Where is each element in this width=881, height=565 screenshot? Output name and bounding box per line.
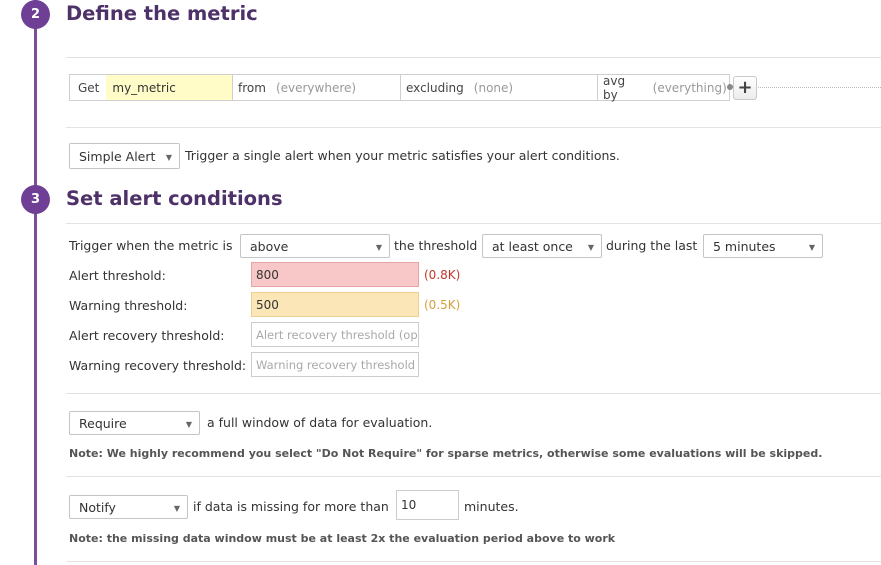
warning-recovery-input[interactable]: Warning recovery threshold [251,352,419,377]
warning-recovery-label: Warning recovery threshold: [69,358,247,373]
add-query-button[interactable]: + [733,76,757,100]
window-value: 5 minutes [713,238,776,254]
missing-data-value: Notify [79,499,116,515]
chevron-down-icon: ▼ [375,243,382,252]
excluding-cell[interactable]: excluding (none) [400,74,597,101]
from-scope-cell[interactable]: from (everywhere) [232,74,400,101]
alert-threshold-label: Alert threshold: [69,268,166,283]
alert-type-value: Simple Alert [79,148,156,164]
avg-by-keyword: avg by [603,73,626,102]
full-window-value: Require [79,415,127,431]
missing-minutes-input[interactable]: 10 [396,490,459,520]
comparator-value: above [250,238,289,254]
chevron-down-icon: ▼ [587,243,594,252]
divider [66,223,881,224]
divider [66,476,881,477]
alert-threshold-input[interactable]: 800 [251,262,419,287]
threshold-text: the threshold [394,238,478,253]
warning-threshold-label: Warning threshold: [69,298,188,313]
window-select[interactable]: 5 minutes ▼ [703,234,823,258]
excluding-keyword: excluding [406,80,464,95]
avg-by-cell[interactable]: avg by (everything) [597,73,730,102]
from-scope-input[interactable]: (everywhere) [272,81,360,95]
divider [66,127,881,128]
chevron-down-icon: ▼ [165,153,172,162]
missing-data-select[interactable]: Notify ▼ [69,495,188,519]
chevron-down-icon: ▼ [185,420,192,429]
full-window-text: a full window of data for evaluation. [207,415,433,430]
full-window-select[interactable]: Require ▼ [69,411,200,435]
alert-type-select[interactable]: Simple Alert ▼ [69,143,180,169]
excluding-input[interactable]: (none) [470,81,517,95]
from-keyword: from [238,80,266,95]
comparator-select[interactable]: above ▼ [240,234,390,258]
avg-by-input[interactable]: (everything) [649,81,729,95]
warning-threshold-input[interactable]: 500 [251,292,419,317]
chevron-down-icon: ▼ [173,504,180,513]
during-text: during the last [606,238,698,253]
frequency-select[interactable]: at least once ▼ [482,234,602,258]
missing-data-text: if data is missing for more than [193,499,389,514]
metric-name-input[interactable]: my_metric [106,75,232,100]
steps-rail [34,0,37,565]
alert-threshold-hint: (0.8K) [424,268,461,282]
minutes-label: minutes. [464,499,519,514]
set-alert-conditions-title: Set alert conditions [66,187,283,210]
metric-query-bar: Get my_metric from (everywhere) excludin… [69,73,730,102]
step-3-badge: 3 [21,185,50,214]
full-window-note: Note: We highly recommend you select "Do… [69,447,823,460]
get-keyword: Get [78,80,100,95]
divider [66,561,881,562]
get-metric-cell[interactable]: Get my_metric [69,74,232,101]
chevron-down-icon: ▼ [808,243,815,252]
alert-recovery-label: Alert recovery threshold: [69,328,225,343]
step-2-badge: 2 [21,0,50,29]
define-metric-title: Define the metric [66,2,258,25]
warning-threshold-hint: (0.5K) [424,298,461,312]
divider [66,393,881,394]
alert-type-description: Trigger a single alert when your metric … [185,148,620,163]
trigger-prefix-label: Trigger when the metric is [69,238,233,253]
divider [66,57,881,58]
frequency-value: at least once [492,238,573,254]
alert-recovery-input[interactable]: Alert recovery threshold (op [251,322,419,347]
missing-data-note: Note: the missing data window must be at… [69,532,616,545]
